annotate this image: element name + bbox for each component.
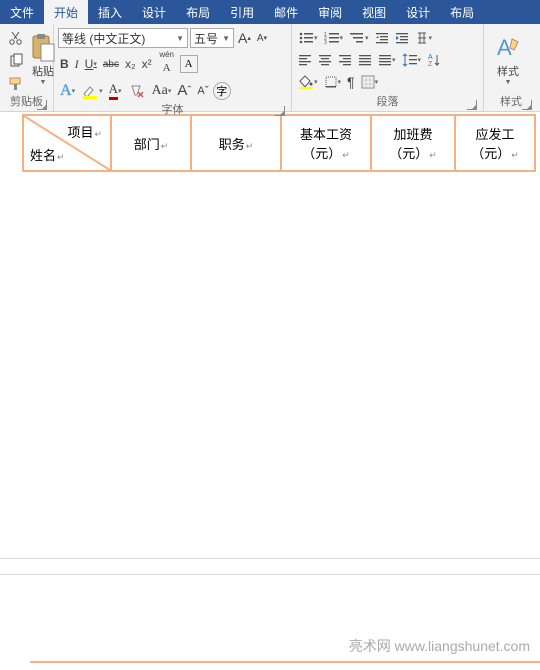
group-clipboard: 粘贴 ▼ 剪贴板 [0,24,54,111]
font-size-select[interactable]: 五号▼ [190,28,234,48]
numbering-button[interactable]: 123▾ [322,28,346,48]
table-header[interactable]: 项目↵姓名↵ [23,115,111,171]
shrink-font2-button[interactable]: Aˇ [195,81,210,101]
font-name-select[interactable]: 等线 (中文正文)▼ [58,28,188,48]
group-font: 等线 (中文正文)▼ 五号▼ A▴ A▾ B I U▾ abc x₂ x² wé… [54,24,292,111]
subscript-button[interactable]: x₂ [123,54,138,74]
svg-text:Z: Z [428,61,433,67]
group-paragraph: ▾ 123▾ ▾ ▾ ▾ ▾ AZ ▾ ▾ ¶ ▾ [292,24,484,111]
phonetic-guide-button[interactable]: wénA [156,50,178,78]
dialog-launcher[interactable] [467,100,477,110]
paragraph-group-label: 段落 [377,96,399,108]
clear-format-button[interactable] [126,81,148,101]
svg-text:3: 3 [324,40,327,45]
increase-indent-button[interactable] [393,28,411,48]
align-center-button[interactable] [316,50,334,70]
table-header[interactable]: 部门↵ [111,115,191,171]
group-styles: A 样式 ▼ 样式 [484,24,538,111]
text-effects-button[interactable]: A▾ [58,81,77,101]
snap-grid-button[interactable]: ▾ [359,72,381,92]
line-spacing-button[interactable]: ▾ [400,50,424,70]
tab-视图[interactable]: 视图 [352,0,396,24]
table-header[interactable]: 加班费（元）↵ [371,115,455,171]
styles-button[interactable]: A 样式 ▼ [488,26,528,92]
tab-设计[interactable]: 设计 [132,0,176,24]
shrink-font-button[interactable]: A▾ [255,28,269,48]
shading-button[interactable]: ▾ [296,72,320,92]
font-color-button[interactable]: A▾ [107,80,124,101]
tab-布局[interactable]: 布局 [440,0,484,24]
grow-font2-button[interactable]: Aˆ [175,81,193,101]
strike-button[interactable]: abc [101,54,121,74]
show-marks-button[interactable]: ¶ [345,72,357,92]
styles-label: 样式 [497,63,519,79]
char-shading-button[interactable]: Aa▾ [150,81,174,101]
svg-text:A: A [428,54,433,61]
align-distributed-button[interactable]: ▾ [376,50,398,70]
highlight-button[interactable]: ▾ [79,81,105,101]
ribbon: 粘贴 ▼ 剪贴板 等线 (中文正文)▼ 五号▼ A▴ A▾ B I U▾ abc… [0,24,540,112]
next-page-table [30,660,540,668]
borders-button[interactable]: ▾ [322,72,344,92]
page-break [0,558,540,559]
bullets-button[interactable]: ▾ [296,28,320,48]
sort-button[interactable]: AZ [425,50,443,70]
paste-label: 粘贴 [32,63,54,79]
watermark: 亮术网 www.liangshunet.com [349,636,530,656]
ribbon-tabs: 文件开始插入设计布局引用邮件审阅视图设计布局 [0,0,540,24]
document-area: 项目↵姓名↵部门↵职务↵基本工资（元）↵加班费（元）↵应发工（元）↵ [0,114,540,172]
decrease-indent-button[interactable] [373,28,391,48]
tab-设计[interactable]: 设计 [396,0,440,24]
italic-button[interactable]: I [73,54,81,74]
bold-button[interactable]: B [58,54,71,74]
cut-button[interactable] [6,28,26,48]
dialog-launcher[interactable] [522,100,532,110]
paste-icon [30,33,56,63]
enclose-char-button[interactable]: 字 [213,82,231,100]
asian-layout-button[interactable]: ▾ [413,28,435,48]
table-header[interactable]: 职务↵ [191,115,281,171]
tab-插入[interactable]: 插入 [88,0,132,24]
table-header[interactable]: 应发工（元）↵ [455,115,535,171]
char-border-button[interactable]: A [180,55,198,73]
tab-邮件[interactable]: 邮件 [264,0,308,24]
salary-table[interactable]: 项目↵姓名↵部门↵职务↵基本工资（元）↵加班费（元）↵应发工（元）↵ [22,114,536,172]
page-break [0,574,540,575]
tab-引用[interactable]: 引用 [220,0,264,24]
align-right-button[interactable] [336,50,354,70]
copy-button[interactable] [6,51,26,71]
tab-开始[interactable]: 开始 [44,0,88,24]
tab-布局[interactable]: 布局 [176,0,220,24]
multilevel-button[interactable]: ▾ [347,28,371,48]
styles-group-label: 样式 [500,96,522,108]
styles-icon: A [494,33,522,63]
table-header[interactable]: 基本工资（元）↵ [281,115,371,171]
format-painter-button[interactable] [6,74,26,94]
tab-审阅[interactable]: 审阅 [308,0,352,24]
align-left-button[interactable] [296,50,314,70]
dialog-launcher[interactable] [37,100,47,110]
tab-文件[interactable]: 文件 [0,0,44,24]
superscript-button[interactable]: x² [140,54,154,74]
grow-font-button[interactable]: A▴ [236,28,253,48]
underline-button[interactable]: U▾ [83,54,99,74]
align-justify-button[interactable] [356,50,374,70]
